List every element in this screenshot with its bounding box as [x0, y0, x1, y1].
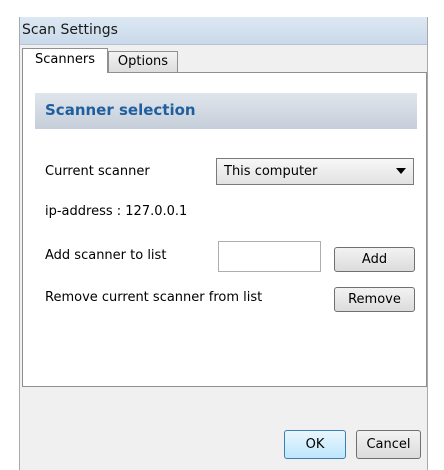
- section-title: Scanner selection: [45, 101, 196, 119]
- ok-button[interactable]: OK: [284, 430, 346, 459]
- window-title: Scan Settings: [22, 22, 118, 38]
- add-scanner-label: Add scanner to list: [45, 248, 167, 263]
- scanners-tab-panel: Scanner selection Current scanner This c…: [22, 72, 427, 387]
- ip-address-text: ip-address : 127.0.0.1: [45, 204, 188, 219]
- current-scanner-label: Current scanner: [45, 164, 150, 179]
- current-scanner-value: This computer: [224, 164, 318, 179]
- section-header: Scanner selection: [35, 93, 417, 129]
- tab-scanners[interactable]: Scanners: [22, 48, 108, 73]
- tab-options[interactable]: Options: [108, 51, 178, 73]
- scan-settings-dialog: Scan Settings Scanners Options Scanner s…: [19, 17, 428, 470]
- chevron-down-icon: [396, 168, 406, 174]
- remove-button[interactable]: Remove: [334, 287, 415, 312]
- current-scanner-select[interactable]: This computer: [216, 158, 414, 185]
- cancel-button[interactable]: Cancel: [356, 430, 421, 459]
- add-button[interactable]: Add: [334, 247, 415, 272]
- add-scanner-input[interactable]: [218, 241, 321, 272]
- remove-scanner-label: Remove current scanner from list: [45, 290, 263, 305]
- title-bar[interactable]: Scan Settings: [20, 17, 427, 45]
